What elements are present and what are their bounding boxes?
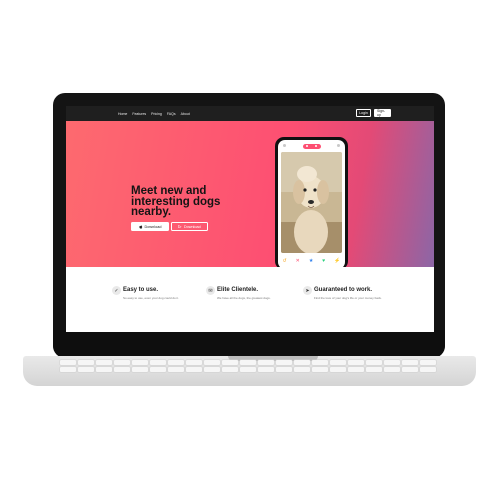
nav-link-pricing[interactable]: Pricing <box>151 112 162 116</box>
feature-text: Find the love of your dog's life or your… <box>314 296 382 300</box>
keyboard-key <box>96 367 112 372</box>
profile-icon <box>283 144 286 147</box>
app-header <box>278 140 345 152</box>
features-section: ✓ Easy to use. So easy to use, even your… <box>66 267 434 332</box>
keyboard-key <box>330 360 346 365</box>
feature-text: We have all the dogs, the greatest dogs. <box>217 296 271 300</box>
dog-photo-image <box>281 152 342 253</box>
chat-icon <box>337 144 340 147</box>
keyboard-key <box>150 367 166 372</box>
rocket-icon: ➤ <box>303 286 312 295</box>
keyboard-key <box>204 360 220 365</box>
keyboard-key <box>258 367 274 372</box>
signup-button[interactable]: Sign-up <box>374 109 391 117</box>
download-apple-label: Download <box>144 224 162 229</box>
keyboard-key <box>402 367 418 372</box>
hero-headline: Meet new and interesting dogs nearby. <box>131 185 221 218</box>
keyboard-key <box>276 360 292 365</box>
keyboard-key <box>222 360 238 365</box>
hero-section: Meet new and interesting dogs nearby. Do… <box>66 121 434 267</box>
keyboard-key <box>240 367 256 372</box>
keyboard-key <box>312 367 328 372</box>
top-navbar: Home Features Pricing FAQs About Login S… <box>66 106 434 121</box>
nav-links: Home Features Pricing FAQs About <box>118 106 190 121</box>
keyboard-key <box>222 367 238 372</box>
feature-title: Elite Clientele. <box>217 287 259 293</box>
like-icon[interactable]: ♥ <box>322 258 325 264</box>
chat-icon: ✉ <box>206 286 215 295</box>
keyboard-key <box>366 360 382 365</box>
keyboard-key <box>186 367 202 372</box>
keyboard-key <box>384 360 400 365</box>
download-android-button[interactable]: Download <box>171 222 208 231</box>
keyboard-key <box>294 367 310 372</box>
keyboard-key <box>258 360 274 365</box>
phone-screen: ↺ ✕ ★ ♥ ⚡ <box>278 140 345 269</box>
apple-icon <box>138 224 142 229</box>
keyboard-key <box>168 367 184 372</box>
dog-photo <box>281 152 342 253</box>
keyboard-key <box>366 367 382 372</box>
keyboard-key <box>114 367 130 372</box>
swipe-actions: ↺ ✕ ★ ♥ ⚡ <box>278 257 345 265</box>
keyboard-key <box>402 360 418 365</box>
keyboard-key <box>294 360 310 365</box>
undo-icon[interactable]: ↺ <box>282 258 286 264</box>
star-icon[interactable]: ★ <box>309 258 313 264</box>
check-icon: ✓ <box>112 286 121 295</box>
keyboard-key <box>168 360 184 365</box>
keyboard-key <box>186 360 202 365</box>
phone-mockup: ↺ ✕ ★ ♥ ⚡ <box>275 137 348 270</box>
keyboard-key <box>420 367 436 372</box>
keyboard-key <box>420 360 436 365</box>
download-apple-button[interactable]: Download <box>131 222 169 231</box>
feature-title: Easy to use. <box>123 287 159 293</box>
laptop-chin <box>53 330 445 358</box>
nav-link-home[interactable]: Home <box>118 112 127 116</box>
nav-link-features[interactable]: Features <box>132 112 146 116</box>
keyboard-key <box>60 360 76 365</box>
keyboard-key <box>312 360 328 365</box>
keyboard-key <box>78 360 94 365</box>
keyboard-key <box>204 367 220 372</box>
keyboard-key <box>276 367 292 372</box>
keyboard-key <box>132 367 148 372</box>
boost-icon[interactable]: ⚡ <box>334 258 340 264</box>
paw-icon <box>302 143 321 149</box>
dislike-icon[interactable]: ✕ <box>296 258 300 264</box>
keyboard <box>60 360 440 374</box>
login-button[interactable]: Login <box>356 109 371 117</box>
keyboard-key <box>330 367 346 372</box>
nav-link-faqs[interactable]: FAQs <box>167 112 176 116</box>
download-android-label: Download <box>183 224 201 229</box>
feature-text: So easy to use, even your dog could do i… <box>123 296 179 300</box>
keyboard-key <box>114 360 130 365</box>
keyboard-key <box>96 360 112 365</box>
keyboard-key <box>348 360 364 365</box>
keyboard-key <box>384 367 400 372</box>
keyboard-key <box>240 360 256 365</box>
feature-title: Guaranteed to work. <box>314 287 373 293</box>
keyboard-key <box>348 367 364 372</box>
keyboard-key <box>132 360 148 365</box>
play-store-icon <box>178 224 182 229</box>
keyboard-key <box>60 367 76 372</box>
keyboard-key <box>78 367 94 372</box>
laptop-screen: Home Features Pricing FAQs About Login S… <box>66 106 434 332</box>
nav-link-about[interactable]: About <box>181 112 190 116</box>
keyboard-key <box>150 360 166 365</box>
